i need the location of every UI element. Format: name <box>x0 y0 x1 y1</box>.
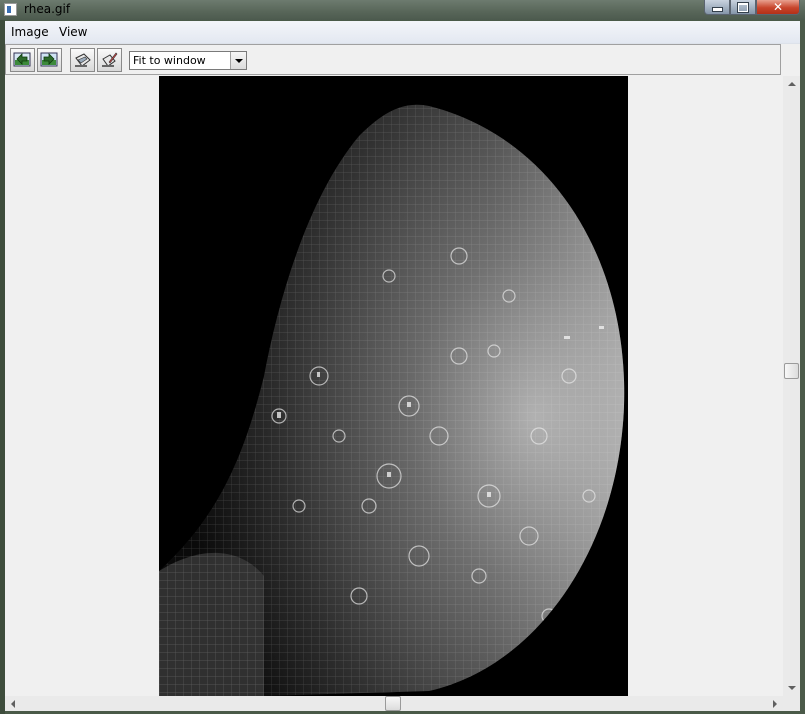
app-icon <box>4 3 17 16</box>
next-image-icon <box>40 52 58 67</box>
displayed-image <box>159 76 628 696</box>
close-button[interactable]: ✕ <box>756 0 800 15</box>
edit-button[interactable] <box>97 48 122 72</box>
scroll-down-icon[interactable] <box>783 679 800 696</box>
minimize-icon <box>711 6 723 12</box>
maximize-button[interactable] <box>730 0 756 15</box>
title-bar[interactable]: rhea.gif ✕ <box>0 0 805 20</box>
open-image-icon <box>13 52 31 67</box>
vertical-scrollbar[interactable] <box>783 76 800 696</box>
image-viewport[interactable] <box>5 76 783 696</box>
horizontal-scroll-thumb[interactable] <box>385 696 401 711</box>
zoom-select[interactable]: Fit to window <box>129 51 247 70</box>
next-image-button[interactable] <box>37 48 62 72</box>
menu-view[interactable]: View <box>59 25 87 39</box>
scrollbar-corner <box>783 696 800 711</box>
desktop-background-right <box>800 20 805 714</box>
toolbar: Fit to window <box>5 44 781 75</box>
close-icon: ✕ <box>772 0 784 14</box>
menu-bar: Image View <box>5 21 800 44</box>
open-image-button[interactable] <box>10 48 35 72</box>
window-controls: ✕ <box>704 0 800 15</box>
window-title: rhea.gif <box>24 2 71 16</box>
edit-icon <box>102 52 118 67</box>
scroll-up-icon[interactable] <box>783 76 800 93</box>
minimize-button[interactable] <box>704 0 730 15</box>
horizontal-scrollbar[interactable] <box>5 696 783 711</box>
maximize-icon <box>738 2 748 12</box>
save-button[interactable] <box>70 48 95 72</box>
scroll-left-icon[interactable] <box>5 696 22 711</box>
vertical-scroll-thumb[interactable] <box>784 363 799 379</box>
zoom-select-value: Fit to window <box>133 54 206 67</box>
window-client: Image View Fit to window <box>5 21 800 711</box>
menu-image[interactable]: Image <box>11 25 49 39</box>
chevron-down-icon[interactable] <box>230 52 246 69</box>
scroll-right-icon[interactable] <box>766 696 783 711</box>
moon-image <box>159 76 628 696</box>
save-icon <box>75 53 91 67</box>
